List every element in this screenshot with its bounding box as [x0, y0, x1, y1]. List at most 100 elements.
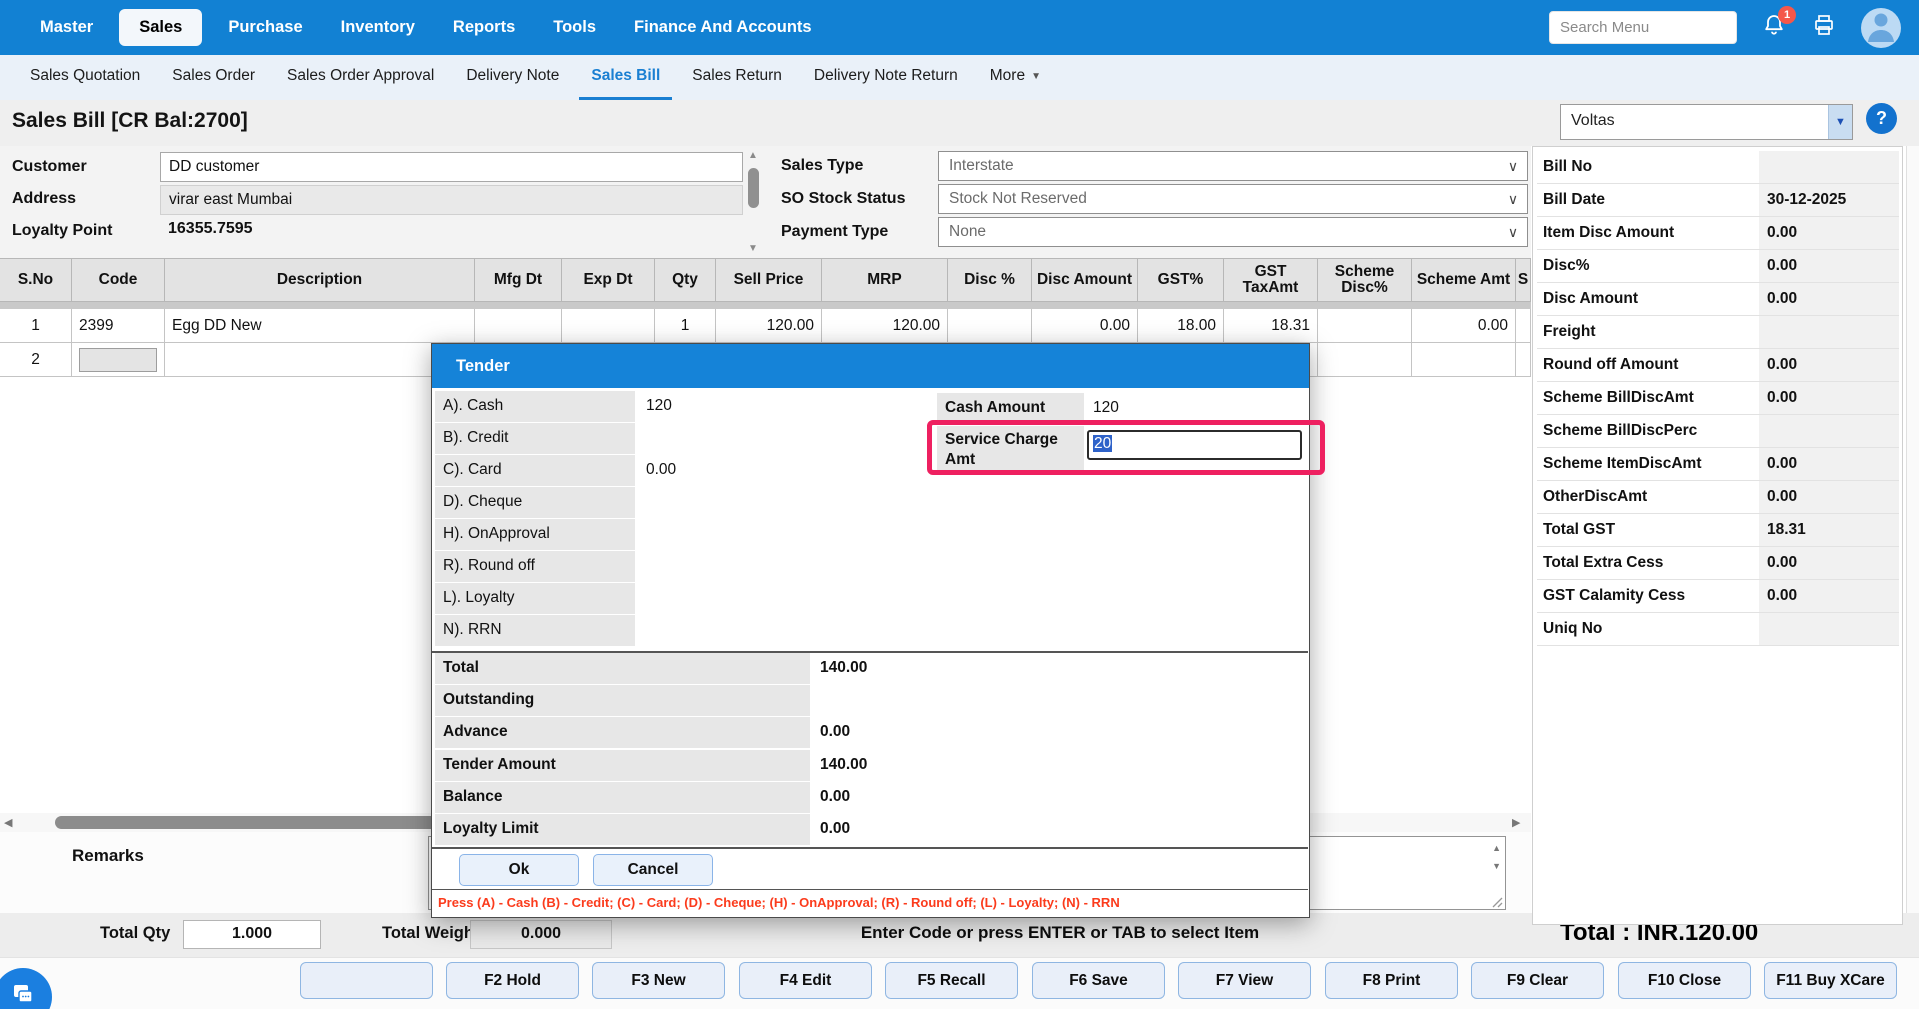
tab-more-label: More: [990, 67, 1025, 85]
tab-sales-order-approval[interactable]: Sales Order Approval: [275, 55, 446, 100]
f6-save-button[interactable]: F6 Save: [1032, 962, 1165, 999]
scroll-thumb[interactable]: [748, 168, 759, 208]
summary-value: [1759, 316, 1899, 348]
so-stock-status-label: SO Stock Status: [781, 190, 905, 208]
f8-print-button[interactable]: F8 Print: [1325, 962, 1458, 999]
nav-item-master[interactable]: Master: [28, 9, 105, 46]
cell-code[interactable]: [72, 343, 165, 377]
help-button[interactable]: ?: [1866, 103, 1897, 134]
address-field[interactable]: virar east Mumbai: [160, 185, 743, 215]
f7-view-button[interactable]: F7 View: [1178, 962, 1311, 999]
cell-mrp[interactable]: 120.00: [822, 309, 948, 343]
cell-scheme-amt[interactable]: [1412, 343, 1516, 377]
tender-mode-amount[interactable]: 120: [646, 397, 766, 415]
totals-label: Loyalty Limit: [435, 814, 810, 845]
f10-close-button[interactable]: F10 Close: [1618, 962, 1751, 999]
summary-row: OtherDiscAmt0.00: [1537, 481, 1899, 514]
scroll-down-icon[interactable]: ▼: [748, 243, 758, 254]
total-weight-field[interactable]: 0.000: [470, 920, 612, 949]
tab-sales-quotation[interactable]: Sales Quotation: [18, 55, 152, 100]
so-stock-status-select[interactable]: Stock Not Reserved ∨: [938, 184, 1528, 214]
user-avatar[interactable]: [1861, 8, 1901, 48]
tender-totals-section: Total140.00 Outstanding Advance0.00 Tend…: [432, 651, 1308, 846]
cell-description[interactable]: Egg DD New: [165, 309, 475, 343]
tender-mode-label[interactable]: D). Cheque: [435, 487, 635, 518]
chevron-down-icon: ∨: [1499, 224, 1527, 241]
page-scrollbar[interactable]: [1906, 146, 1919, 925]
nav-item-reports[interactable]: Reports: [441, 9, 527, 46]
cell-scheme-disc[interactable]: [1318, 309, 1412, 343]
f1-button[interactable]: [300, 962, 433, 999]
summary-value: 0.00: [1759, 481, 1899, 513]
cell-description[interactable]: [165, 343, 475, 377]
cell-code[interactable]: 2399: [72, 309, 165, 343]
tender-mode-label[interactable]: L). Loyalty: [435, 583, 635, 614]
f2-hold-button[interactable]: F2 Hold: [446, 962, 579, 999]
payment-type-value: None: [939, 223, 1499, 241]
total-qty-field[interactable]: 1.000: [183, 920, 321, 949]
scroll-up-icon[interactable]: ▲: [1492, 843, 1501, 853]
company-selector[interactable]: Voltas ▼: [1560, 104, 1853, 140]
tender-mode-label[interactable]: B). Credit: [435, 423, 635, 454]
notifications-button[interactable]: 1: [1761, 15, 1787, 41]
cell-scheme-amt[interactable]: 0.00: [1412, 309, 1516, 343]
cell-gst-tax-amt[interactable]: 18.31: [1224, 309, 1318, 343]
cell-disc-amount[interactable]: 0.00: [1032, 309, 1138, 343]
tender-mode-label[interactable]: R). Round off: [435, 551, 635, 582]
search-input[interactable]: [1549, 11, 1737, 44]
summary-row: Total GST18.31: [1537, 514, 1899, 547]
cell-mfg-dt[interactable]: [475, 309, 562, 343]
service-charge-input[interactable]: 20: [1087, 430, 1302, 460]
summary-row: Bill No: [1537, 151, 1899, 184]
totals-row: Tender Amount140.00: [432, 750, 1308, 782]
f9-clear-button[interactable]: F9 Clear: [1471, 962, 1604, 999]
f4-edit-button[interactable]: F4 Edit: [739, 962, 872, 999]
cell-disc-pct[interactable]: [948, 309, 1032, 343]
customer-field[interactable]: DD customer: [160, 152, 743, 182]
tab-sales-order[interactable]: Sales Order: [160, 55, 267, 100]
print-button[interactable]: [1811, 15, 1837, 41]
payment-type-select[interactable]: None ∨: [938, 217, 1528, 247]
cancel-button[interactable]: Cancel: [593, 854, 713, 886]
sales-type-select[interactable]: Interstate ∨: [938, 151, 1528, 181]
scroll-up-icon[interactable]: ▲: [748, 150, 758, 161]
cell-sell-price[interactable]: 120.00: [716, 309, 822, 343]
nav-item-tools[interactable]: Tools: [541, 9, 608, 46]
tab-delivery-note-return[interactable]: Delivery Note Return: [802, 55, 970, 100]
tender-mode-label[interactable]: C). Card: [435, 455, 635, 486]
f5-recall-button[interactable]: F5 Recall: [885, 962, 1018, 999]
nav-item-inventory[interactable]: Inventory: [329, 9, 427, 46]
ok-button[interactable]: Ok: [459, 854, 579, 886]
cell-sno[interactable]: 2: [0, 343, 72, 377]
scroll-down-icon[interactable]: ▼: [1492, 861, 1501, 871]
tender-row-cheque: D). Cheque: [434, 487, 1308, 519]
tab-more[interactable]: More ▼: [978, 55, 1053, 100]
nav-item-purchase[interactable]: Purchase: [216, 9, 314, 46]
tender-dialog-header: Tender: [432, 344, 1309, 388]
tender-mode-label[interactable]: N). RRN: [435, 615, 635, 646]
summary-value: 0.00: [1759, 349, 1899, 381]
cell-exp-dt[interactable]: [562, 309, 655, 343]
code-entry-field[interactable]: [79, 348, 157, 372]
tab-sales-return[interactable]: Sales Return: [680, 55, 794, 100]
cell-scheme-disc[interactable]: [1318, 343, 1412, 377]
totals-row: Balance0.00: [432, 782, 1308, 814]
tab-delivery-note[interactable]: Delivery Note: [454, 55, 571, 100]
summary-label: Bill No: [1537, 151, 1759, 183]
resize-grip-icon[interactable]: [1491, 895, 1503, 907]
f3-new-button[interactable]: F3 New: [592, 962, 725, 999]
cell-gst-pct[interactable]: 18.00: [1138, 309, 1224, 343]
f11-buy-xcare-button[interactable]: F11 Buy XCare: [1764, 962, 1897, 999]
cell-qty[interactable]: 1: [655, 309, 716, 343]
nav-item-sales[interactable]: Sales: [119, 9, 202, 46]
scroll-left-icon[interactable]: ◀: [4, 816, 12, 829]
cell-sno[interactable]: 1: [0, 309, 72, 343]
tender-mode-label[interactable]: H). OnApproval: [435, 519, 635, 550]
tender-mode-label[interactable]: A). Cash: [435, 391, 635, 422]
tab-sales-bill[interactable]: Sales Bill: [579, 55, 672, 100]
customer-scrollbar[interactable]: ▲ ▼: [745, 150, 763, 254]
scroll-right-icon[interactable]: ▶: [1512, 816, 1520, 829]
nav-item-finance[interactable]: Finance And Accounts: [622, 9, 824, 46]
tender-mode-amount[interactable]: 0.00: [646, 461, 766, 479]
totals-label: Tender Amount: [435, 750, 810, 781]
